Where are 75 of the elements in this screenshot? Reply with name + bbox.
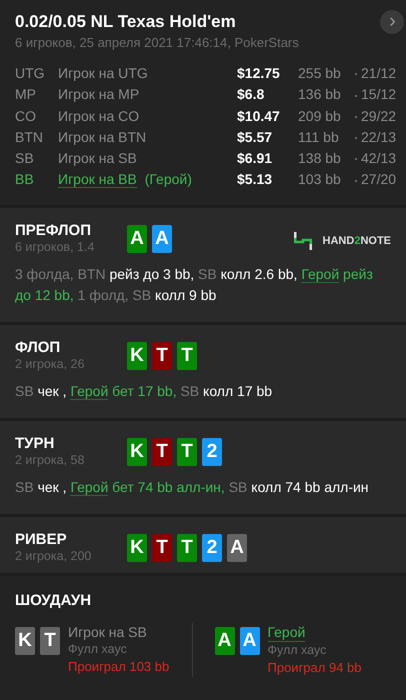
player-stats: 27/20 — [361, 170, 398, 190]
playing-card: K — [127, 342, 147, 370]
street-name: ФЛОП — [15, 338, 62, 356]
game-subtitle: 6 игроков, 25 апреля 2021 17:46:14, PokerStars — [15, 35, 300, 50]
action-line: SB чек , Герой бет 74 bb алл-ин, SB колл 74 bb алл-ин — [15, 478, 370, 498]
playing-card: A — [127, 224, 147, 253]
player-stats: 29/22 — [361, 106, 398, 126]
player-stats: 42/13 — [361, 149, 398, 168]
player-name: Игрок на SB — [68, 622, 147, 641]
playing-card: 2 — [202, 534, 222, 562]
stack-bb: 138 bb — [298, 149, 342, 168]
game-title: 0.02/0.05 NL Texas Hold'em — [15, 12, 236, 32]
player-name: Игрок на BTN — [58, 128, 146, 145]
player-stats: 22/13 — [361, 128, 398, 147]
street-info: 6 игроков, 1.4 — [15, 240, 96, 254]
stack-amount: $6.8 — [237, 85, 266, 104]
street-name: ТУРН — [15, 434, 56, 452]
street-info: 2 игрока, 200 — [15, 548, 92, 563]
stack-amount: $12.75 — [237, 64, 281, 83]
playing-card: T — [40, 626, 60, 655]
hero-link[interactable]: Герой — [70, 478, 108, 496]
action-line: SB чек , Герой бет 17 bb, SB колл 17 bb — [15, 382, 274, 402]
playing-card: T — [177, 342, 197, 370]
player-stats: 21/12 — [361, 64, 398, 83]
position-label: CO — [15, 106, 37, 126]
showdown-title: ШОУДАУН — [15, 592, 92, 609]
stack-amount: $5.13 — [237, 170, 274, 190]
position-label: SB — [15, 149, 35, 168]
playing-card: 2 — [202, 438, 222, 466]
hero-link[interactable]: Герой — [301, 266, 340, 283]
position-label: BB — [15, 170, 35, 190]
hero-tag: (Герой) — [144, 171, 192, 188]
street-info: 2 игрока, 26 — [15, 356, 86, 371]
playing-card: T — [177, 438, 197, 466]
playing-card: T — [152, 438, 172, 466]
playing-card: A — [152, 224, 172, 253]
player-link[interactable]: Герой — [268, 622, 306, 642]
player-name: Игрок на CO — [58, 108, 140, 124]
street-name: РИВЕР — [15, 530, 68, 548]
street-name: ПРЕФЛОП — [15, 222, 92, 239]
stack-amount: $6.91 — [237, 149, 274, 168]
playing-card: K — [127, 534, 147, 562]
playing-card: A — [214, 626, 234, 655]
result-text: Проиграл 103 bb — [68, 658, 170, 676]
hand-rank: Фулл хаус — [68, 640, 127, 658]
street-info: 2 игрока, 58 — [15, 452, 86, 467]
logo-text: HAND2NOTE — [322, 234, 391, 247]
playing-card: K — [127, 438, 147, 466]
player-name: Игрок на SB — [58, 150, 137, 166]
playing-card: A — [240, 626, 260, 655]
stack-bb: 111 bb — [298, 128, 340, 147]
stack-bb: 255 bb — [298, 64, 342, 83]
logo-icon — [292, 232, 313, 250]
playing-card: T — [177, 534, 197, 562]
player-name: Игрок на MP — [58, 86, 140, 102]
player-link[interactable]: Игрок на BB — [58, 171, 137, 188]
playing-card: T — [152, 534, 172, 562]
playing-card: A — [227, 534, 247, 562]
player-name: Игрок на UTG — [58, 65, 148, 81]
position-label: MP — [15, 85, 37, 104]
stack-amount: $10.47 — [237, 106, 281, 126]
stack-bb: 209 bb — [298, 106, 342, 126]
stack-bb: 136 bb — [298, 85, 342, 104]
stack-amount: $5.57 — [237, 128, 274, 147]
playing-card: K — [15, 626, 35, 655]
player-stats: 15/12 — [361, 85, 398, 104]
hand-rank: Фулл хаус — [268, 642, 326, 659]
position-label: UTG — [15, 64, 46, 83]
stack-bb: 103 bb — [298, 170, 342, 190]
next-button[interactable]: › — [380, 10, 404, 34]
hero-link[interactable]: Герой — [70, 382, 108, 400]
result-text: Проиграл 94 bb — [268, 658, 362, 677]
position-label: BTN — [15, 128, 44, 147]
action-line: 3 фолда, BTN рейз до 3 bb, SB колл 2.6 bb, Герой рейз до 12 bb, 1 фолд, SB колл 9 bb — [15, 264, 374, 305]
playing-card: T — [152, 342, 172, 370]
